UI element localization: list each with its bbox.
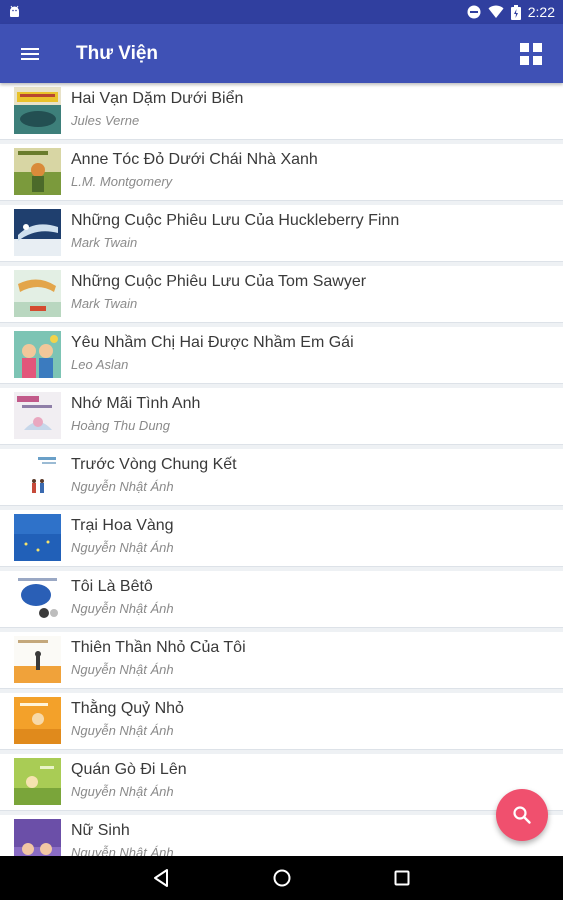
book-author: Hoàng Thu Dung	[71, 418, 171, 433]
status-bar: 2:22	[0, 0, 563, 24]
book-list-item[interactable]: Quán Gò Đi Lên Nguyễn Nhật Ánh	[0, 754, 563, 811]
book-list-item[interactable]: Anne Tóc Đỏ Dưới Chái Nhà Xanh L.M. Mont…	[0, 144, 563, 201]
wifi-icon	[488, 5, 504, 18]
hamburger-menu-icon	[21, 48, 39, 60]
book-title: Yêu Nhầm Chị Hai Được Nhầm Em Gái	[71, 334, 354, 351]
book-author: Nguyễn Nhật Ánh	[71, 601, 174, 616]
book-author: Nguyễn Nhật Ánh	[71, 479, 174, 494]
book-title: Những Cuộc Phiêu Lưu Của Tom Sawyer	[71, 273, 367, 290]
book-cover	[14, 209, 61, 256]
book-title: Thiên Thần Nhỏ Của Tôi	[71, 639, 246, 656]
back-button[interactable]	[147, 864, 175, 892]
book-cover	[14, 758, 61, 805]
book-cover	[14, 697, 61, 744]
book-title: Nữ Sinh	[71, 822, 130, 839]
book-author: Leo Aslan	[71, 357, 129, 372]
book-title: Quán Gò Đi Lên	[71, 761, 187, 778]
book-title: Những Cuộc Phiêu Lưu Của Huckleberry Fin…	[71, 212, 400, 229]
book-title: Trại Hoa Vàng	[71, 517, 174, 534]
book-title: Thằng Quỷ Nhỏ	[71, 700, 184, 717]
book-cover	[14, 270, 61, 317]
grid-view-button[interactable]	[515, 38, 547, 70]
android-icon	[10, 5, 19, 17]
book-author: L.M. Montgomery	[71, 174, 173, 189]
book-title: Trước Vòng Chung Kết	[71, 456, 237, 473]
book-cover	[14, 453, 61, 500]
book-author: Nguyễn Nhật Ánh	[71, 784, 174, 799]
book-list-item[interactable]: Trại Hoa Vàng Nguyễn Nhật Ánh	[0, 510, 563, 567]
book-cover	[14, 636, 61, 683]
screen: 2:22 Thư Viện Hai Vạn Dặm Dưới Biển Jule…	[0, 0, 563, 900]
home-button[interactable]	[268, 864, 296, 892]
book-author: Mark Twain	[71, 235, 138, 250]
book-title: Anne Tóc Đỏ Dưới Chái Nhà Xanh	[71, 151, 318, 168]
book-list-item[interactable]: Nữ Sinh Nguyễn Nhật Ánh	[0, 815, 563, 856]
recents-icon	[394, 870, 410, 886]
book-cover	[14, 392, 61, 439]
do-not-disturb-icon	[467, 5, 481, 19]
book-list-item[interactable]: Thằng Quỷ Nhỏ Nguyễn Nhật Ánh	[0, 693, 563, 750]
menu-button[interactable]	[14, 38, 46, 70]
home-icon	[273, 869, 291, 887]
book-list-item[interactable]: Nhớ Mãi Tình Anh Hoàng Thu Dung	[0, 388, 563, 445]
battery-icon	[510, 4, 521, 20]
book-author: Nguyễn Nhật Ánh	[71, 662, 174, 677]
book-author: Jules Verne	[71, 113, 140, 128]
book-list-item[interactable]: Tôi Là Bêtô Nguyễn Nhật Ánh	[0, 571, 563, 628]
book-author: Mark Twain	[71, 296, 138, 311]
book-list-item[interactable]: Hai Vạn Dặm Dưới Biển Jules Verne	[0, 83, 563, 140]
book-author: Nguyễn Nhật Ánh	[71, 540, 174, 555]
book-title: Tôi Là Bêtô	[71, 578, 153, 595]
book-author: Nguyễn Nhật Ánh	[71, 723, 174, 738]
book-list-item[interactable]: Trước Vòng Chung Kết Nguyễn Nhật Ánh	[0, 449, 563, 506]
book-cover	[14, 514, 61, 561]
search-fab-button[interactable]	[496, 789, 548, 841]
book-list-item[interactable]: Yêu Nhầm Chị Hai Được Nhầm Em Gái Leo As…	[0, 327, 563, 384]
book-cover	[14, 87, 61, 134]
book-list-item[interactable]: Những Cuộc Phiêu Lưu Của Tom Sawyer Mark…	[0, 266, 563, 323]
back-icon	[154, 869, 168, 887]
book-cover	[14, 575, 61, 622]
search-icon	[513, 806, 531, 824]
book-title: Nhớ Mãi Tình Anh	[71, 395, 201, 412]
book-title: Hai Vạn Dặm Dưới Biển	[71, 90, 244, 107]
book-cover	[14, 819, 61, 856]
page-title: Thư Viện	[76, 43, 159, 64]
app-bar: Thư Viện	[0, 24, 563, 83]
book-cover	[14, 148, 61, 195]
book-list-item[interactable]: Thiên Thần Nhỏ Của Tôi Nguyễn Nhật Ánh	[0, 632, 563, 689]
book-list-item[interactable]: Những Cuộc Phiêu Lưu Của Huckleberry Fin…	[0, 205, 563, 262]
recents-button[interactable]	[388, 864, 416, 892]
book-author: Nguyễn Nhật Ánh	[71, 845, 174, 856]
status-time: 2:22	[527, 4, 555, 20]
book-list[interactable]: Hai Vạn Dặm Dưới Biển Jules Verne Anne T…	[0, 83, 563, 856]
system-nav-bar	[0, 856, 563, 900]
grid-view-icon	[520, 43, 542, 65]
book-cover	[14, 331, 61, 378]
status-icons: 2:22	[467, 0, 555, 24]
